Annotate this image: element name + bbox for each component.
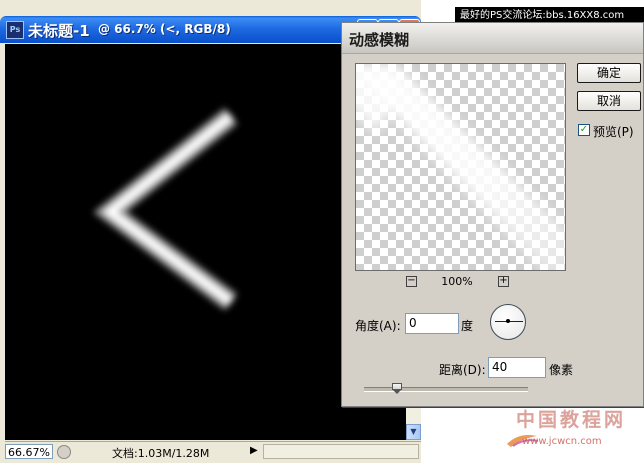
distance-input[interactable]: 40 — [488, 357, 546, 378]
document-title: 未标题-1 — [28, 22, 90, 40]
distance-slider-track[interactable] — [364, 387, 528, 392]
preview-zoom-level: 100% — [441, 275, 473, 288]
distance-slider-handle[interactable] — [391, 383, 402, 394]
preview-blur-streak — [356, 64, 565, 270]
zoom-field[interactable]: 66.67% — [5, 444, 53, 459]
site-logo: 中国教程网 — [516, 409, 627, 431]
angle-dial[interactable] — [490, 304, 526, 340]
angle-label: 角度(A): — [355, 319, 401, 333]
status-menu-icon[interactable] — [57, 445, 71, 459]
document-statusbar: 66.67% 文档:1.03M/1.28M ▶ — [5, 441, 421, 462]
site-url: www.jcwcn.com — [522, 436, 602, 447]
status-menu-arrow-icon[interactable]: ▶ — [250, 445, 258, 456]
filter-preview[interactable] — [355, 63, 566, 271]
motion-blur-dialog: 动感模糊 − 100% + 确定 取消 ✓ 预览(P) 角度(A): 0 度 距… — [341, 22, 644, 407]
document-size-info: 文档:1.03M/1.28M — [112, 447, 210, 460]
zoom-out-button[interactable]: − — [406, 276, 417, 287]
preview-checkbox-label[interactable]: 预览(P) — [593, 123, 634, 140]
ps-icon: Ps — [6, 21, 24, 39]
angle-dial-center — [506, 319, 510, 323]
cancel-button[interactable]: 取消 — [577, 91, 641, 111]
scroll-down-icon[interactable]: ▼ — [406, 424, 421, 440]
zoom-in-button[interactable]: + — [498, 276, 509, 287]
distance-label: 距离(D): — [439, 363, 486, 377]
document-title-detail: @ 66.7% (<, RGB/8) — [98, 22, 231, 36]
distance-unit: 像素 — [549, 363, 574, 377]
preview-checkbox[interactable]: ✓ — [578, 124, 590, 136]
horizontal-scrollbar[interactable] — [263, 444, 419, 459]
ok-button[interactable]: 确定 — [577, 63, 641, 83]
angle-input[interactable]: 0 — [405, 313, 459, 334]
dialog-titlebar[interactable]: 动感模糊 — [342, 23, 643, 54]
dialog-title: 动感模糊 — [349, 31, 410, 49]
angle-unit: 度 — [461, 319, 474, 333]
